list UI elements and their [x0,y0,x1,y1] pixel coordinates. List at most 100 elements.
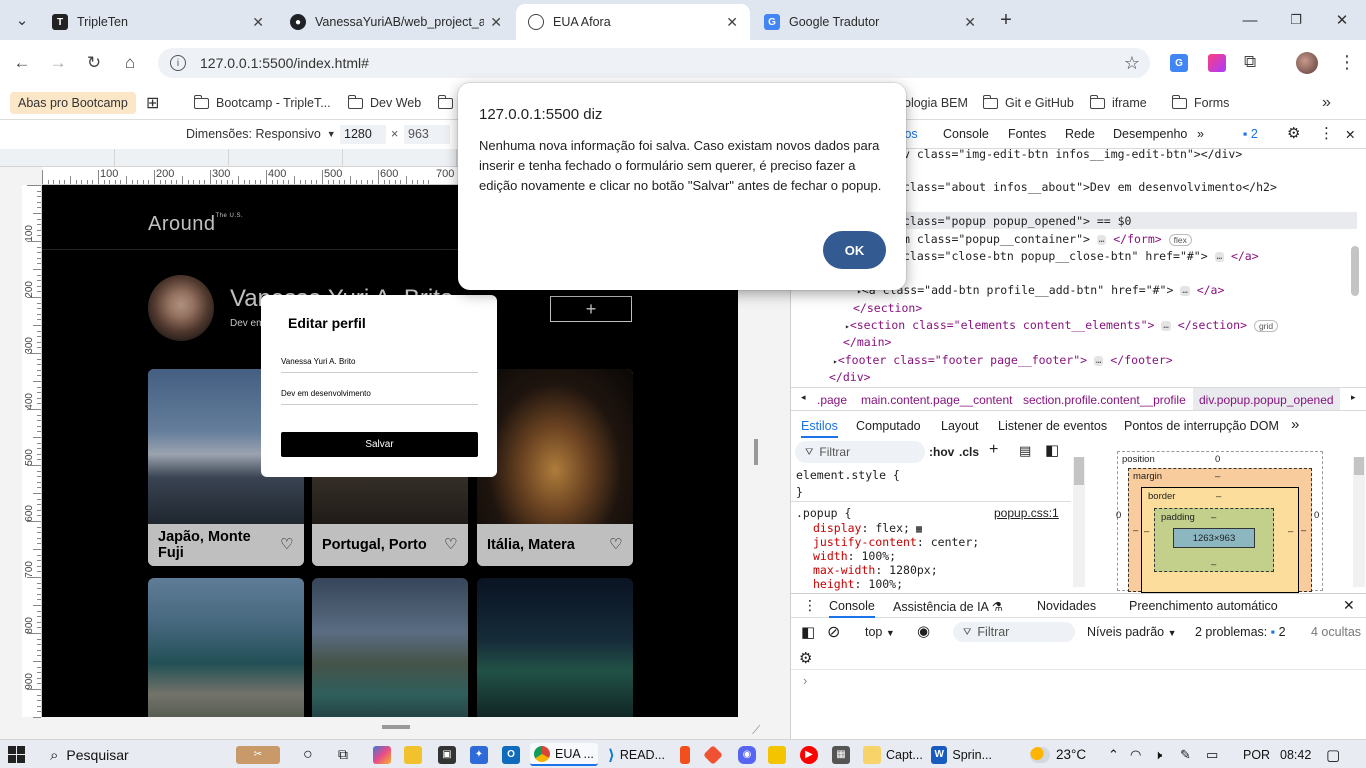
tab-github[interactable]: ● VanessaYuriAB/web_project_ard ✕ [278,4,514,40]
breadcrumb-item[interactable]: section.profile.content__profile [1023,393,1186,407]
problems-link[interactable]: 2 problemas: ▪ 2 [1195,625,1286,639]
console-sidebar-icon[interactable]: ◧ [801,623,815,641]
tab-eua-afora[interactable]: EUA Afora ✕ [516,4,750,40]
breadcrumb-item-selected[interactable]: div.popup.popup_opened [1193,388,1340,410]
tab-event-listeners[interactable]: Listener de eventos [998,419,1107,433]
flex-editor-icon[interactable]: ▦ [910,524,922,535]
bookmark-star-icon[interactable]: ☆ [1124,53,1140,74]
breadcrumb-left-icon[interactable]: ◂ [801,392,806,403]
declaration[interactable]: display: flex; ▦ [813,521,922,535]
ok-button[interactable]: OK [823,231,886,269]
translate-extension-icon[interactable]: G [1170,52,1194,74]
drawer-tab-ai[interactable]: Assistência de IA ⚗ [893,599,1003,614]
tab-styles[interactable]: Estilos [801,419,838,438]
avatar[interactable] [1296,52,1318,74]
new-tab-icon[interactable]: + [992,8,1020,32]
dom-line[interactable]: ▸<a class="add-btn profile__add-btn" hre… [857,283,1224,297]
home-icon[interactable]: ⌂ [116,49,144,77]
site-info-icon[interactable]: i [170,55,186,71]
devtools-menu-icon[interactable]: ⋮ [1319,124,1334,142]
sticky-notes-icon[interactable] [768,743,786,766]
drawer-tab-news[interactable]: Novidades [1037,599,1096,613]
resize-handle-bottom[interactable] [382,725,410,729]
apps-grid-icon[interactable]: ⊞ [146,92,159,114]
sidebar-toggle-icon[interactable]: ◧ [1045,441,1059,459]
minimize-icon[interactable]: — [1236,8,1264,32]
extension-gradient-icon[interactable] [1208,52,1232,74]
dom-line[interactable]: </main> [843,335,891,349]
breadcrumb-right-icon[interactable]: ▸ [1351,392,1356,403]
console-filter-input[interactable]: ⛛ Filtrar [953,622,1075,642]
close-devtools-icon[interactable]: ✕ [1345,127,1355,142]
teams-icon[interactable]: ✦ [470,743,488,766]
volume-icon[interactable]: 🕨 [1154,743,1162,766]
close-tab-icon[interactable]: ✕ [252,14,264,31]
tab-tripleten[interactable]: T TripleTen ✕ [40,4,276,40]
more-tabs-icon[interactable]: » [1197,127,1204,141]
dom-line[interactable]: ▸<footer class="footer page__footer"> … … [833,353,1173,367]
ellipsis-icon[interactable]: … [1161,320,1171,331]
dom-scrollbar[interactable] [1351,151,1361,381]
settings-gear-icon[interactable]: ⚙ [1287,124,1300,142]
element-style-rule[interactable]: element.style { [796,468,900,482]
taskbar-vscode[interactable]: ⟩ READ... [604,743,674,766]
bookmark-folder[interactable]: ologia BEM [904,92,968,114]
taskbar-chrome[interactable]: EUA ... [530,743,598,766]
styles-scrollbar[interactable] [1073,457,1085,587]
app-icon[interactable]: ▣ [438,743,456,766]
hov-button[interactable]: :hov [929,445,954,459]
close-tab-icon[interactable]: ✕ [490,14,502,31]
declaration[interactable]: height: 100%; [813,577,903,591]
dom-line[interactable]: v class="img-edit-btn infos__img-edit-bt… [903,147,1242,161]
taskbar-search[interactable]: ⌕ Pesquisar [42,743,228,767]
clock[interactable]: 08:42 [1280,743,1311,766]
issues-badge[interactable]: ▪ 2 [1243,127,1258,141]
bookmark-folder[interactable]: iframe [1089,92,1147,114]
ellipsis-icon[interactable]: … [1094,355,1104,366]
task-view-icon[interactable]: ⧉ [338,743,348,766]
bookmark-folder[interactable] [437,92,460,114]
restore-icon[interactable]: ❐ [1282,8,1310,32]
tab-search-icon[interactable]: ⌄ [8,8,36,32]
grid-pill[interactable]: grid [1253,319,1279,332]
boxmodel-padding[interactable]: padding – – 1263×963 [1154,508,1274,572]
more-bookmarks-icon[interactable]: » [1322,92,1331,114]
flex-pill[interactable]: flex [1168,233,1192,246]
dom-line[interactable]: m class="popup__container"> … </form> fl… [903,232,1192,246]
language-indicator[interactable]: POR [1243,743,1270,766]
dom-line-selected[interactable]: class="popup popup_opened"> == $0 [903,214,1131,228]
notifications-icon[interactable]: ▢ [1326,743,1340,766]
close-tab-icon[interactable]: ✕ [964,14,976,31]
dom-line[interactable]: class="about infos__about">Dev em desenv… [903,180,1277,194]
eye-icon[interactable]: ◉ [917,622,930,640]
resize-handle-right[interactable] [754,439,758,465]
tab-sources[interactable]: Fontes [1008,127,1046,141]
youtube-music-icon[interactable]: ▶ [800,743,818,766]
declaration[interactable]: max-width: 1280px; [813,563,938,577]
tab-performance[interactable]: Desempenho [1113,127,1187,141]
battery-icon[interactable]: ▭ [1206,743,1218,766]
boxmodel-border[interactable]: border – – – padding – – 1263×963 [1141,487,1299,593]
close-tab-icon[interactable]: ✕ [726,14,738,31]
clear-console-icon[interactable]: ⊘ [827,622,840,642]
log-levels-dropdown[interactable]: Níveis padrão ▼ [1087,625,1177,639]
dom-line[interactable]: </div> [829,370,871,384]
copilot-icon[interactable] [373,743,391,766]
height-input[interactable]: 963 [404,125,450,144]
search-highlight-icon[interactable]: ✂ [236,743,280,766]
explorer-icon[interactable] [404,743,422,766]
extensions-puzzle-icon[interactable]: ⧉ [1244,52,1256,72]
outlook-icon[interactable]: O [502,743,520,766]
about-input[interactable]: Dev em desenvolvimento [281,389,478,405]
start-windows-icon[interactable] [8,743,25,766]
pen-icon[interactable]: ✎ [1180,743,1191,766]
calculator-icon[interactable]: ▦ [832,743,850,766]
drawer-menu-icon[interactable]: ⋮ [803,597,817,614]
menu-kebab-icon[interactable]: ⋮ [1338,52,1356,73]
element-state-icon[interactable]: ▤ [1019,443,1031,459]
close-window-icon[interactable]: ✕ [1328,8,1356,32]
forward-icon[interactable]: → [44,49,72,77]
boxmodel-content[interactable]: 1263×963 [1173,528,1255,548]
taskbar-word[interactable]: W Sprin... [928,743,992,766]
tab-network[interactable]: Rede [1065,127,1095,141]
